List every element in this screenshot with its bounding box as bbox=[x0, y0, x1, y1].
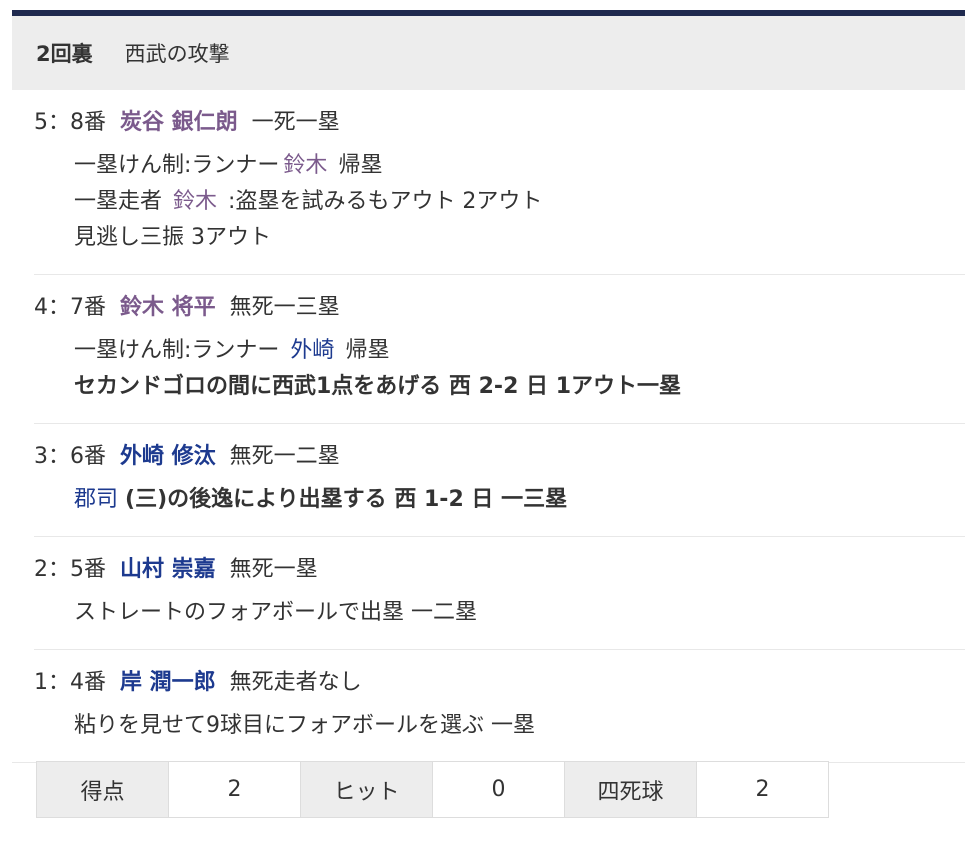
play-detail: 粘りを見せて9球目にフォアボールを選ぶ 一塁 bbox=[74, 713, 535, 738]
batter-name-link[interactable]: 鈴木 将平 bbox=[120, 295, 216, 321]
inning-title: 西武の攻撃 bbox=[124, 42, 230, 66]
runner-name-link[interactable]: 鈴木 bbox=[283, 153, 327, 178]
play-details: 一塁けん制:ランナー 外崎 帰塁 セカンドゴロの間に西武1点をあげる 西 2-2… bbox=[34, 333, 965, 405]
play-details: 郡司 (三)の後逸により出塁する 西 1-2 日 一三塁 bbox=[34, 482, 965, 518]
runs-value: 2 bbox=[168, 761, 301, 818]
play-detail: 一塁走者 鈴木 :盗塁を試みるもアウト 2アウト bbox=[74, 189, 543, 214]
batter-name-link[interactable]: 山村 崇嘉 bbox=[120, 557, 216, 583]
batter-name-link[interactable]: 炭谷 銀仁朗 bbox=[120, 110, 238, 136]
at-bat-order: 1：4番 bbox=[34, 670, 106, 695]
scoring-play: (三)の後逸により出塁する 西 1-2 日 一三塁 bbox=[125, 487, 568, 512]
at-bat-entry: 4：7番 鈴木 将平 無死一三塁 一塁けん制:ランナー 外崎 帰塁 セカンドゴロ… bbox=[34, 275, 965, 424]
walks-value: 2 bbox=[696, 761, 829, 818]
situation: 一死一塁 bbox=[251, 110, 340, 135]
fielder-name-link[interactable]: 郡司 bbox=[74, 487, 118, 512]
play-detail: 一塁けん制:ランナー 鈴木 帰塁 bbox=[74, 153, 383, 178]
play-detail: 一塁けん制:ランナー 外崎 帰塁 bbox=[74, 338, 390, 363]
play-detail: 見逃し三振 3アウト bbox=[74, 225, 271, 250]
inning-stats-table: 得点 2 ヒット 0 四死球 2 bbox=[36, 761, 829, 818]
hits-value: 0 bbox=[432, 761, 565, 818]
inning-panel: 2回裏 西武の攻撃 5：8番 炭谷 銀仁朗 一死一塁 一塁けん制:ランナー 鈴木 … bbox=[12, 10, 965, 763]
runner-name-link[interactable]: 鈴木 bbox=[173, 189, 217, 214]
play-details: 粘りを見せて9球目にフォアボールを選ぶ 一塁 bbox=[34, 708, 965, 744]
walks-label: 四死球 bbox=[564, 761, 697, 818]
at-bat-order: 5：8番 bbox=[34, 110, 106, 135]
at-bat-entry: 3：6番 外崎 修汰 無死一二塁 郡司 (三)の後逸により出塁する 西 1-2 … bbox=[34, 424, 965, 537]
at-bat-entry: 1：4番 岸 潤一郎 無死走者なし 粘りを見せて9球目にフォアボールを選ぶ 一塁 bbox=[12, 650, 965, 763]
at-bat-order: 3：6番 bbox=[34, 444, 106, 469]
play-detail: ストレートのフォアボールで出塁 一二塁 bbox=[74, 600, 477, 625]
scoring-play: セカンドゴロの間に西武1点をあげる 西 2-2 日 1アウト一塁 bbox=[74, 374, 681, 399]
inning-header: 2回裏 西武の攻撃 bbox=[12, 16, 965, 90]
play-details: 一塁けん制:ランナー 鈴木 帰塁 一塁走者 鈴木 :盗塁を試みるもアウト 2アウト… bbox=[34, 148, 965, 256]
play-details: ストレートのフォアボールで出塁 一二塁 bbox=[34, 595, 965, 631]
play-detail: 郡司 (三)の後逸により出塁する 西 1-2 日 一三塁 bbox=[74, 482, 965, 518]
situation: 無死一二塁 bbox=[229, 444, 340, 469]
batter-name-link[interactable]: 岸 潤一郎 bbox=[120, 670, 216, 696]
situation: 無死一三塁 bbox=[229, 295, 340, 320]
situation: 無死一塁 bbox=[229, 557, 318, 582]
runner-name-link[interactable]: 外崎 bbox=[290, 338, 334, 363]
runs-label: 得点 bbox=[36, 761, 169, 818]
at-bat-entry: 2：5番 山村 崇嘉 無死一塁 ストレートのフォアボールで出塁 一二塁 bbox=[34, 537, 965, 650]
stats-row: 得点 2 ヒット 0 四死球 2 bbox=[36, 761, 829, 818]
at-bat-order: 2：5番 bbox=[34, 557, 106, 582]
batter-name-link[interactable]: 外崎 修汰 bbox=[120, 444, 216, 470]
inning-number: 2回裏 bbox=[36, 42, 93, 66]
situation: 無死走者なし bbox=[229, 670, 362, 695]
hits-label: ヒット bbox=[300, 761, 433, 818]
at-bat-order: 4：7番 bbox=[34, 295, 106, 320]
at-bat-entry: 5：8番 炭谷 銀仁朗 一死一塁 一塁けん制:ランナー 鈴木 帰塁 一塁走者 鈴木… bbox=[34, 90, 965, 275]
